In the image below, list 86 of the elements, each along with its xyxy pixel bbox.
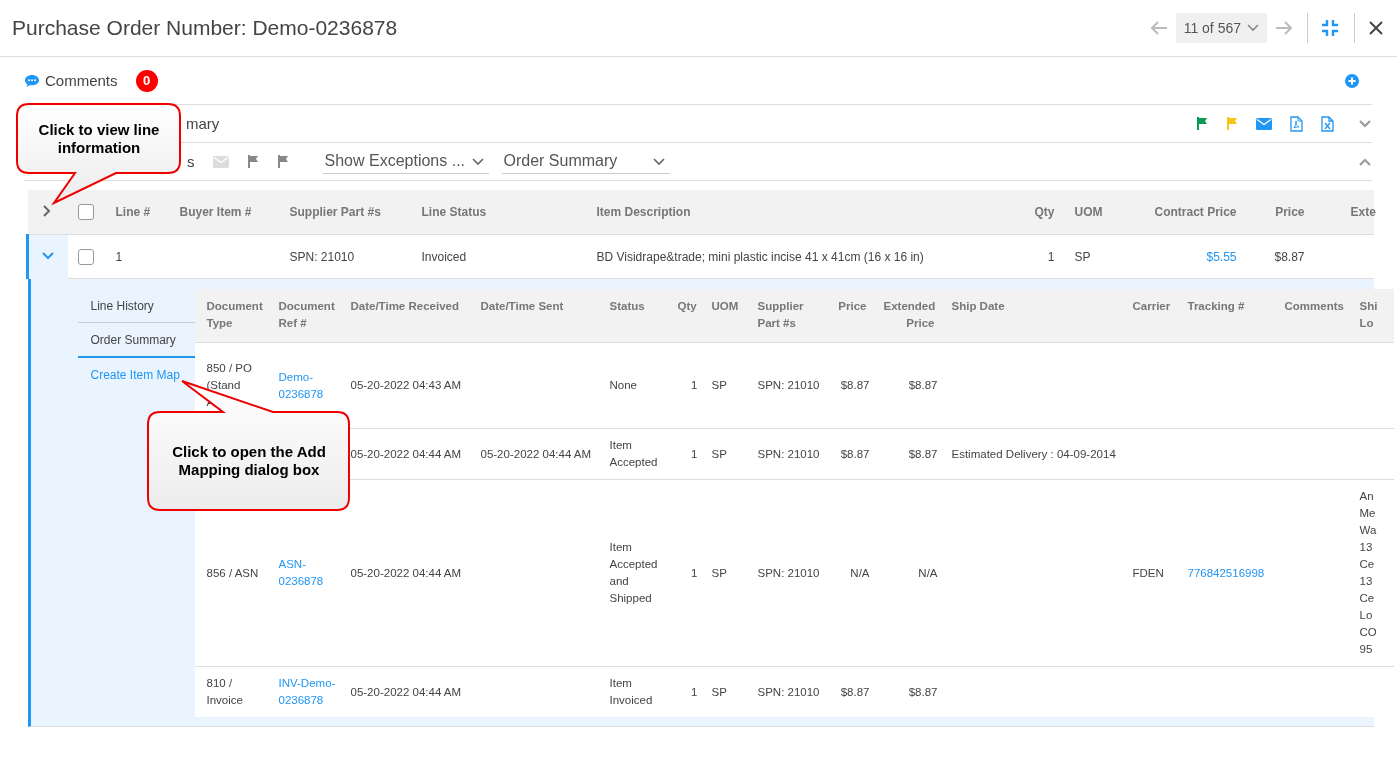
table-cell-text: None bbox=[609, 378, 638, 393]
table-cell-text: SP bbox=[711, 446, 728, 462]
table-cell-text: 1 bbox=[690, 446, 698, 462]
column-header[interactable]: Qty bbox=[1034, 205, 1055, 219]
table-cell-text: 05-20-2022 04:44 AM bbox=[480, 446, 593, 462]
flag-icon[interactable] bbox=[1196, 117, 1208, 130]
checkbox[interactable] bbox=[77, 248, 94, 265]
filter-dropdown[interactable]: Show Exceptions ... bbox=[322, 149, 489, 174]
caret-icon bbox=[651, 156, 666, 166]
table-cell-text: FDEN bbox=[1132, 565, 1165, 581]
table-cell-text: SP bbox=[711, 565, 728, 581]
table-cell-text: $8.87 bbox=[907, 446, 938, 462]
table-cell: 1 bbox=[115, 249, 123, 264]
column-header[interactable]: Line Status bbox=[421, 205, 487, 219]
table-cell-text: 05-20-2022 04:44 AM bbox=[350, 684, 463, 700]
table-cell-text: An Me Wa 13 Ce 13 Ce Lo CO 95 bbox=[1359, 489, 1378, 657]
table-cell-text: Estimated Delivery : 04-09-2014 bbox=[951, 446, 1117, 462]
link[interactable]: 776842516998 bbox=[1187, 564, 1271, 582]
table-cell-text: N/A bbox=[849, 565, 870, 581]
window-title: Purchase Order Number: Demo-0236878 bbox=[12, 16, 399, 40]
arrow-right-icon[interactable] bbox=[1275, 20, 1293, 36]
table-cell-text: Item Accepted and Shipped bbox=[609, 540, 659, 606]
link[interactable]: $5.55 bbox=[1206, 249, 1237, 264]
flag-icon[interactable] bbox=[1226, 117, 1238, 130]
table-cell-text: SPN: 21010 bbox=[757, 378, 818, 393]
tab[interactable]: Line History bbox=[77, 289, 195, 323]
link[interactable]: ASN-0236878 bbox=[278, 556, 337, 590]
table-cell-text: 856 / ASN bbox=[206, 565, 260, 581]
excel-file-icon[interactable] bbox=[1321, 115, 1334, 132]
section-title[interactable]: s bbox=[187, 153, 195, 170]
table-cell: SP bbox=[1074, 249, 1091, 264]
table-cell-text: $8.87 bbox=[907, 378, 938, 393]
caret-icon bbox=[470, 156, 485, 166]
chevron-down-icon[interactable] bbox=[1358, 118, 1372, 129]
comment-icon bbox=[24, 73, 40, 88]
filter-dropdown[interactable]: Order Summary bbox=[501, 149, 670, 174]
close-icon[interactable] bbox=[1369, 21, 1383, 35]
chevron-down-icon[interactable] bbox=[41, 250, 55, 261]
add-icon[interactable] bbox=[1345, 73, 1359, 88]
table-cell-text: SPN: 21010 bbox=[757, 565, 818, 581]
table-cell-text: SP bbox=[711, 684, 728, 700]
table-cell-text: 05-20-2022 04:43 AM bbox=[350, 378, 463, 393]
flag-icon[interactable] bbox=[276, 155, 289, 168]
table-cell-text: $8.87 bbox=[907, 684, 938, 700]
comments-label[interactable]: Comments bbox=[45, 72, 118, 89]
table-cell-text: 05-20-2022 04:44 AM bbox=[350, 565, 463, 581]
pdf-file-icon[interactable] bbox=[1290, 115, 1303, 132]
section-title[interactable]: mary bbox=[186, 115, 220, 132]
chevron-up-icon[interactable] bbox=[1358, 156, 1372, 167]
expand-all-icon[interactable] bbox=[41, 203, 52, 218]
flag-icon[interactable] bbox=[246, 155, 259, 168]
table-cell-text: 1 bbox=[690, 565, 698, 581]
table-cell: SPN: 21010 bbox=[289, 249, 355, 264]
column-header[interactable]: Item Description bbox=[596, 205, 691, 219]
table-cell-text: $8.87 bbox=[839, 378, 870, 393]
table-cell-text: SP bbox=[711, 378, 728, 393]
table-cell-text: SPN: 21010 bbox=[757, 446, 818, 462]
table-cell: BD Visidrape&trade; mini plastic incise 41 x 41cm (16 x 16 in) bbox=[596, 249, 924, 264]
table-cell-text: 05-20-2022 04:44 AM bbox=[350, 446, 463, 462]
table-cell: $8.87 bbox=[1274, 249, 1305, 264]
table-cell-text: 1 bbox=[690, 378, 698, 393]
mail-icon[interactable] bbox=[1256, 117, 1272, 130]
column-header[interactable]: Qty bbox=[677, 298, 695, 315]
column-header[interactable]: UOM bbox=[1074, 205, 1103, 219]
link[interactable]: Create Item Map bbox=[77, 358, 195, 391]
arrow-left-icon[interactable] bbox=[1149, 20, 1168, 36]
table-cell-text: N/A bbox=[917, 565, 938, 581]
table-cell-text: $8.87 bbox=[839, 446, 870, 462]
comment-count-badge: 0 bbox=[135, 69, 158, 92]
collapse-icon[interactable] bbox=[1322, 20, 1338, 36]
column-header[interactable]: Exte bbox=[1350, 205, 1376, 219]
table-cell-text: $8.87 bbox=[839, 684, 870, 700]
column-header[interactable]: Line # bbox=[115, 205, 151, 219]
table-cell-text: 1 bbox=[690, 684, 698, 700]
table-cell: 1 bbox=[1047, 249, 1055, 264]
caret-icon bbox=[1247, 24, 1259, 32]
column-header[interactable]: Price bbox=[1275, 205, 1305, 219]
table-cell-text: SPN: 21010 bbox=[757, 684, 818, 700]
table-cell-text: Item Accepted bbox=[609, 438, 659, 470]
callout-text: Click to open the Add Mapping dialog box bbox=[171, 443, 327, 479]
table-cell-text: Item Invoiced bbox=[609, 676, 654, 708]
table-cell-text: 810 / Invoice bbox=[206, 676, 244, 708]
callout-text: Click to view line information bbox=[37, 121, 161, 157]
checkbox[interactable] bbox=[77, 204, 94, 220]
pager-dropdown[interactable]: 11 of 567 bbox=[1175, 13, 1267, 43]
table-cell: Invoiced bbox=[421, 249, 467, 264]
